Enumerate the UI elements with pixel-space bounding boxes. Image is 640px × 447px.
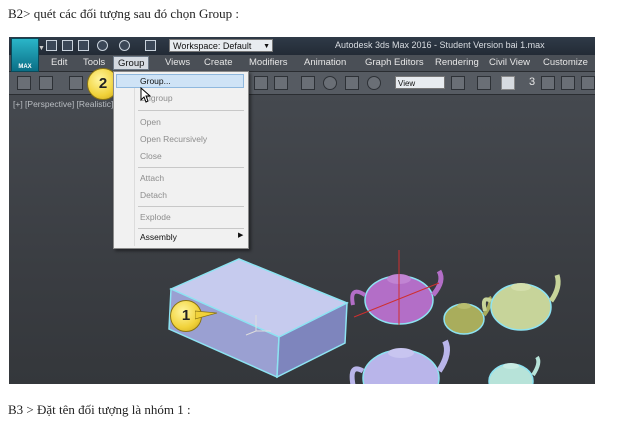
open-file-icon[interactable]: [62, 40, 73, 51]
menu-highlight: [116, 74, 244, 88]
redo-icon[interactable]: [39, 76, 53, 90]
app-menu-arrow-icon[interactable]: ▼: [38, 45, 45, 52]
app-logo-text: MAX: [18, 64, 32, 70]
menu-animation[interactable]: Animation: [300, 56, 350, 70]
new-file-icon[interactable]: [46, 40, 57, 51]
group-dropdown-menu: Group... Ungroup Open Open Recursively C…: [113, 71, 249, 249]
menu-item-assembly[interactable]: Assembly: [140, 232, 177, 242]
menu-rendering[interactable]: Rendering: [431, 56, 483, 70]
percent-snap-icon[interactable]: [581, 76, 595, 90]
menu-create[interactable]: Create: [200, 56, 237, 70]
perspective-viewport[interactable]: [+] [Perspective] [Realistic]: [9, 95, 595, 384]
window-title: Autodesk 3ds Max 2016 - Student Version …: [335, 40, 545, 50]
menu-customize[interactable]: Customize: [539, 56, 592, 70]
snap-toggle-icon[interactable]: [541, 76, 555, 90]
save-file-icon[interactable]: [78, 40, 89, 51]
3dsmax-screenshot: ▼ Workspace: Default ▼ Autodesk 3ds Max …: [9, 37, 595, 384]
project-folder-icon[interactable]: [145, 40, 156, 51]
move-icon[interactable]: [301, 76, 315, 90]
menu-item-open[interactable]: Open: [140, 117, 161, 127]
rotate-icon[interactable]: [323, 76, 337, 90]
doc-line-1: B2> quét các đối tượng sau đó chọn Group…: [8, 6, 240, 21]
menu-modifiers[interactable]: Modifiers: [245, 56, 292, 70]
callout-pointer-1: [195, 310, 218, 320]
mouse-cursor-icon: [140, 87, 152, 103]
reference-coordinate-dropdown[interactable]: View: [395, 76, 445, 89]
submenu-arrow-icon: ▶: [238, 232, 244, 239]
teapot-magenta[interactable]: [350, 250, 444, 325]
menu-group[interactable]: Group: [113, 56, 150, 70]
select-manipulate-icon[interactable]: [477, 76, 491, 90]
menu-item-open-recursively[interactable]: Open Recursively: [140, 134, 207, 144]
redo-icon[interactable]: [119, 40, 130, 51]
scene-canvas: [168, 250, 561, 384]
menu-item-attach[interactable]: Attach: [140, 173, 164, 183]
teapot-light-green[interactable]: [481, 274, 561, 331]
menu-views[interactable]: Views: [161, 56, 194, 70]
doc-line-2: B3 > Đặt tên đối tượng là nhóm 1 :: [8, 402, 191, 417]
workspace-label: Workspace: Default: [173, 41, 252, 51]
menu-item-explode[interactable]: Explode: [140, 212, 171, 222]
menu-graph-editors[interactable]: Graph Editors: [361, 56, 428, 70]
snap-toggle-label[interactable]: 3: [529, 76, 535, 88]
menu-gutter: [134, 74, 135, 246]
menu-civil-view[interactable]: Civil View: [485, 56, 534, 70]
workspace-dropdown[interactable]: Workspace: Default ▼: [169, 39, 273, 52]
menu-item-group[interactable]: Group...: [140, 76, 171, 86]
scale-icon[interactable]: [345, 76, 359, 90]
app-logo-button[interactable]: MAX: [11, 38, 39, 72]
menu-item-detach[interactable]: Detach: [140, 190, 167, 200]
chevron-down-icon: ▼: [263, 43, 270, 50]
undo-icon[interactable]: [97, 40, 108, 51]
menu-separator: [138, 206, 244, 207]
undo-icon[interactable]: [17, 76, 31, 90]
menu-separator: [138, 110, 244, 111]
keyboard-shortcut-icon[interactable]: [501, 76, 515, 90]
link-icon[interactable]: [69, 76, 83, 90]
menu-separator: [138, 228, 244, 229]
window-crossing-icon[interactable]: [274, 76, 288, 90]
angle-snap-icon[interactable]: [561, 76, 575, 90]
reference-coordinate-label: View: [398, 79, 416, 88]
menu-item-close[interactable]: Close: [140, 151, 162, 161]
place-icon[interactable]: [367, 76, 381, 90]
teapot-lilac[interactable]: [349, 339, 450, 384]
menu-separator: [138, 167, 244, 168]
teapot-mint[interactable]: [488, 355, 541, 384]
title-bar: ▼ Workspace: Default ▼ Autodesk 3ds Max …: [9, 37, 595, 55]
select-region-icon[interactable]: [254, 76, 268, 90]
menu-edit[interactable]: Edit: [47, 56, 71, 70]
pivot-center-icon[interactable]: [451, 76, 465, 90]
